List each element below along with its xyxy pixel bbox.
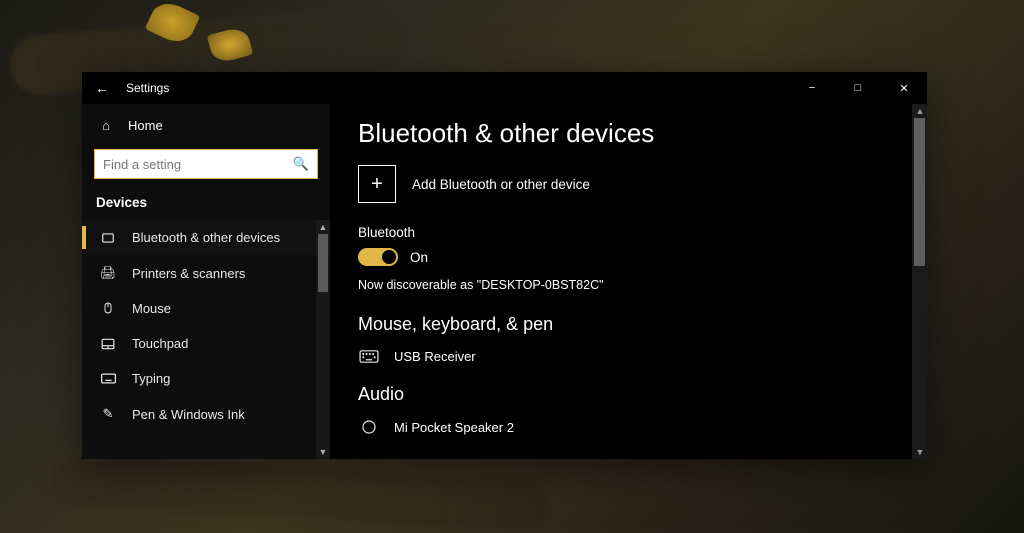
sidebar-item-typing[interactable]: Typing bbox=[82, 361, 330, 396]
bluetooth-icon bbox=[100, 231, 116, 245]
printer-icon: 🖨 bbox=[100, 265, 116, 281]
search-icon: 🔍 bbox=[293, 156, 309, 172]
back-button[interactable]: ← bbox=[82, 80, 122, 96]
main-pane: Bluetooth & other devices + Add Bluetoot… bbox=[330, 104, 927, 459]
pen-icon: ✎ bbox=[100, 406, 116, 422]
sidebar-item-label: Mouse bbox=[132, 301, 171, 316]
main-scroll-thumb[interactable] bbox=[914, 118, 925, 266]
settings-window: ← Settings − □ ✕ ⌂ Home 🔍 Devices bbox=[82, 72, 927, 459]
scroll-down-icon[interactable]: ▼ bbox=[913, 445, 927, 459]
speaker-icon bbox=[358, 419, 380, 435]
sidebar-item-mouse[interactable]: Mouse bbox=[82, 291, 330, 326]
sidebar-item-touchpad[interactable]: Touchpad bbox=[82, 326, 330, 361]
page-title: Bluetooth & other devices bbox=[358, 104, 927, 165]
bluetooth-toggle-state: On bbox=[410, 250, 428, 265]
titlebar: ← Settings − □ ✕ bbox=[82, 72, 927, 104]
maximize-button[interactable]: □ bbox=[835, 72, 881, 104]
scroll-up-icon[interactable]: ▲ bbox=[913, 104, 927, 118]
plus-icon: + bbox=[358, 165, 396, 203]
sidebar-nav-list: Bluetooth & other devices 🖨 Printers & s… bbox=[82, 220, 330, 432]
sidebar-item-label: Typing bbox=[132, 371, 170, 386]
desktop-background-leaf bbox=[207, 25, 253, 64]
close-button[interactable]: ✕ bbox=[881, 72, 927, 104]
sidebar-category: Devices bbox=[82, 189, 330, 220]
add-device-label: Add Bluetooth or other device bbox=[412, 177, 590, 192]
mouse-icon bbox=[100, 302, 116, 316]
device-item-usb-receiver[interactable]: USB Receiver bbox=[358, 345, 927, 384]
search-input[interactable] bbox=[103, 157, 293, 172]
section-audio: Audio bbox=[358, 384, 927, 405]
bluetooth-heading: Bluetooth bbox=[358, 225, 927, 240]
window-title: Settings bbox=[122, 81, 169, 95]
scroll-up-icon[interactable]: ▲ bbox=[316, 220, 330, 234]
scroll-down-icon[interactable]: ▼ bbox=[316, 445, 330, 459]
sidebar-scroll-thumb[interactable] bbox=[318, 234, 328, 292]
desktop-background-branch bbox=[49, 455, 551, 531]
minimize-button[interactable]: − bbox=[789, 72, 835, 104]
device-label: Mi Pocket Speaker 2 bbox=[394, 420, 514, 435]
sidebar-item-bluetooth[interactable]: Bluetooth & other devices bbox=[82, 220, 330, 255]
sidebar-item-label: Touchpad bbox=[132, 336, 188, 351]
bluetooth-toggle[interactable] bbox=[358, 248, 398, 266]
sidebar-item-label: Bluetooth & other devices bbox=[132, 230, 280, 245]
sidebar-item-label: Pen & Windows Ink bbox=[132, 407, 245, 422]
search-box[interactable]: 🔍 bbox=[94, 149, 318, 179]
device-label: USB Receiver bbox=[394, 349, 476, 364]
sidebar-scrollbar[interactable]: ▲ ▼ bbox=[316, 220, 330, 459]
touchpad-icon bbox=[100, 338, 116, 350]
toggle-knob bbox=[382, 250, 396, 264]
sidebar-item-label: Printers & scanners bbox=[132, 266, 245, 281]
keyboard-icon bbox=[358, 350, 380, 363]
sidebar: ⌂ Home 🔍 Devices Bluetooth & other devic… bbox=[82, 104, 330, 459]
keyboard-icon bbox=[100, 373, 116, 384]
sidebar-item-printers[interactable]: 🖨 Printers & scanners bbox=[82, 255, 330, 291]
add-device-button[interactable]: + Add Bluetooth or other device bbox=[358, 165, 927, 203]
section-mouse-keyboard-pen: Mouse, keyboard, & pen bbox=[358, 314, 927, 335]
device-item-speaker[interactable]: Mi Pocket Speaker 2 bbox=[358, 415, 927, 435]
discoverable-text: Now discoverable as "DESKTOP-0BST82C" bbox=[358, 278, 927, 292]
sidebar-item-pen[interactable]: ✎ Pen & Windows Ink bbox=[82, 396, 330, 432]
desktop-background-leaf bbox=[145, 0, 201, 48]
main-scrollbar[interactable]: ▲ ▼ bbox=[912, 104, 927, 459]
home-icon: ⌂ bbox=[98, 118, 114, 133]
home-label: Home bbox=[128, 118, 163, 133]
home-nav[interactable]: ⌂ Home bbox=[82, 110, 330, 141]
